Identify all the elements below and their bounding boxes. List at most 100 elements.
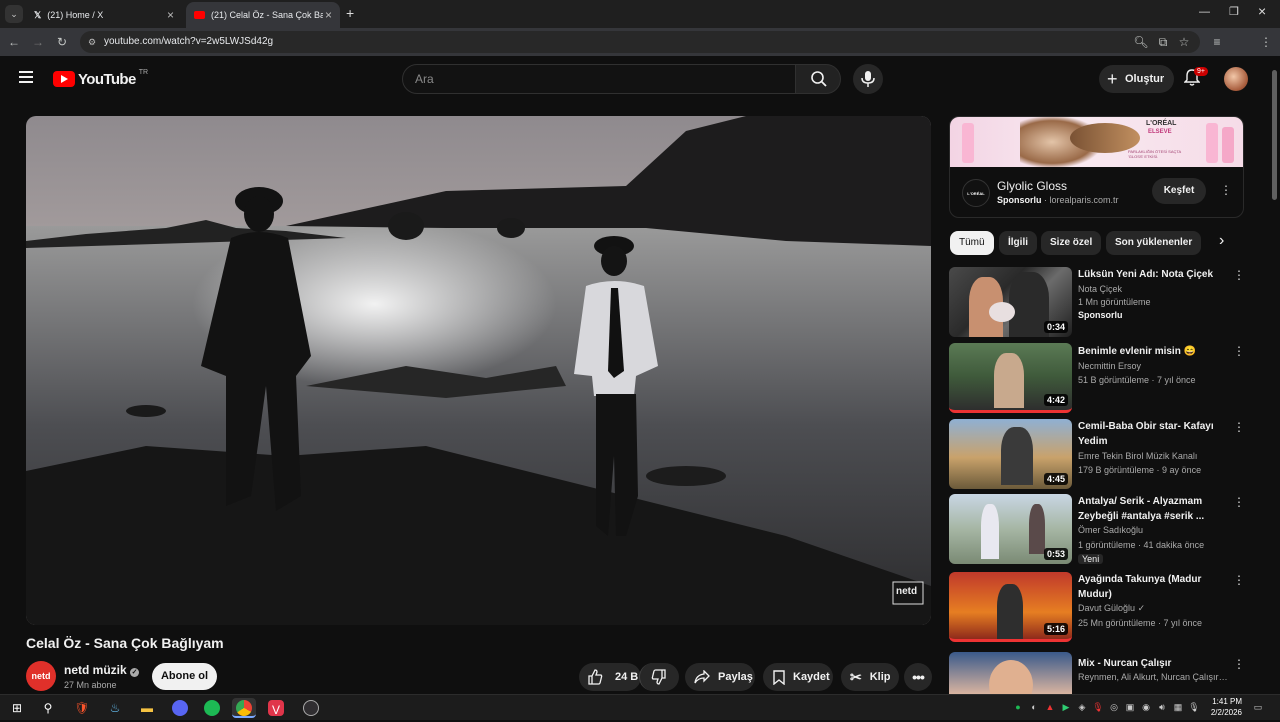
video-player[interactable]: netd [26,116,931,625]
windows-start-icon[interactable]: ⊞ [7,698,27,718]
more-vertical-icon[interactable]: ⋮ [1233,574,1245,586]
brave-icon[interactable]: 🛡︎ [72,698,92,718]
recommendation-item[interactable]: 5:16 Ayağında Takunya (Madur Mudur) Davu… [949,572,1249,644]
site-info-icon[interactable]: ⚙ [88,31,96,53]
video-thumbnail[interactable]: 5:16 [949,572,1072,642]
recommendation-item[interactable]: 0:34 Lüksün Yeni Adı: Nota Çiçek Nota Çi… [949,267,1249,339]
recommendation-item[interactable]: Mix - Nurcan Çalışır Reynmen, Ali Alkurt… [949,652,1249,694]
scrollbar-thumb[interactable] [1272,70,1277,200]
recommendation-item[interactable]: 0:53 Antalya/ Serik - Alyazmam Zeybeğli … [949,494,1249,566]
close-tab-icon[interactable]: × [167,8,174,22]
voice-search-button[interactable] [853,64,883,94]
chevron-right-icon[interactable]: › [1219,232,1224,250]
dislike-button[interactable] [639,663,679,691]
save-button[interactable]: Kaydet [763,663,833,691]
restore-icon[interactable]: ❐ [1229,5,1239,18]
steam-icon[interactable]: ♨ [105,698,125,718]
media-control-icon[interactable]: ≡ [1209,28,1225,56]
youtube-logo-text: YouTube [78,70,136,88]
youtube-logo[interactable]: YouTube TR [53,69,148,88]
browser-menu-icon[interactable]: ⋮ [1258,28,1274,56]
tab-x-home[interactable]: 𝕏 (21) Home / X × [26,2,182,28]
ad-more-icon[interactable]: ⋮ [1220,183,1232,197]
more-vertical-icon[interactable]: ⋮ [1233,496,1245,508]
minimize-icon[interactable]: — [1199,6,1210,18]
tray-icon[interactable]: ▦ [1172,701,1184,713]
taskbar-clock[interactable]: 1:41 PM 2/2/2026 [1206,696,1242,718]
share-button[interactable]: Paylaş [685,663,755,691]
ad-cta-button[interactable]: Keşfet [1152,178,1206,204]
close-window-icon[interactable]: × [1258,3,1266,19]
cast-icon[interactable]: ⧉ [1155,28,1171,56]
video-thumbnail[interactable]: 0:34 [949,267,1072,337]
more-vertical-icon[interactable]: ⋮ [1233,269,1245,281]
microphone-tray-icon[interactable]: 🎙︎ [1188,701,1200,713]
volume-icon[interactable]: 🔊︎ [1156,701,1168,713]
chip-for-you[interactable]: Size özel [1041,231,1102,255]
create-button[interactable]: + Oluştur [1099,65,1174,93]
notification-center-icon[interactable]: ▭ [1252,701,1264,713]
address-bar[interactable]: ⚙ youtube.com/watch?v=2w5LWJSd42g [80,31,1200,53]
tray-icon[interactable]: ▣ [1124,701,1136,713]
tray-icon[interactable]: ◎ [1108,701,1120,713]
zoom-icon[interactable]: 🔍︎ [1133,28,1149,56]
spotify-icon[interactable] [202,698,222,718]
subscribe-button[interactable]: Abone ol [152,663,217,690]
video-title: Antalya/ Serik - Alyazmam Zeybeğli #anta… [1078,496,1205,522]
discord-icon[interactable] [170,698,190,718]
chip-all[interactable]: Tümü [950,231,994,255]
search-button[interactable] [795,64,841,94]
spotify-tray-icon[interactable]: ● [1012,701,1024,713]
share-icon [694,670,710,684]
channel-name[interactable]: netd müzik ✓ [64,663,140,677]
tray-icon[interactable]: ◉ [1140,701,1152,713]
thumb-singer [1001,427,1033,485]
more-vertical-icon[interactable]: ⋮ [1233,345,1245,357]
tray-icon[interactable]: ◈ [1076,701,1088,713]
recommendation-item[interactable]: 4:42 Benimle evlenir misin 😄 Necmittin E… [949,343,1249,415]
bookmark-star-icon[interactable]: ☆ [1176,28,1192,56]
valorant-icon[interactable]: V [268,700,284,717]
new-tab-button[interactable]: + [346,5,354,21]
close-tab-icon[interactable]: × [325,8,332,22]
notifications-button[interactable]: 9+ [1183,67,1208,89]
video-thumbnail[interactable]: 4:45 [949,419,1072,489]
video-thumbnail[interactable]: 0:53 [949,494,1072,564]
file-explorer-icon[interactable]: ▬ [137,698,157,718]
search-input[interactable]: Ara [402,64,796,94]
like-button[interactable]: 24 B [579,663,641,691]
tray-icon[interactable]: ◐ [1028,701,1040,713]
ad-banner[interactable]: L'ORÉAL ELSEVE PARLAKLIĞIN ÖTESİ SAÇTA '… [950,117,1243,167]
sponsored-ad-card[interactable]: L'ORÉAL ELSEVE PARLAKLIĞIN ÖTESİ SAÇTA '… [949,116,1244,218]
thumb-performer [997,584,1023,639]
chip-recently-uploaded[interactable]: Son yüklenenler [1106,231,1202,255]
video-title: Cemil-Baba Obir star- Kafayı Yedim [1078,421,1214,447]
recommendation-item[interactable]: 4:45 Cemil-Baba Obir star- Kafayı Yedim … [949,419,1249,491]
tab-youtube[interactable]: (21) Celal Öz - Sana Çok Bağlıy × [186,2,340,28]
video-thumbnail[interactable]: 4:42 [949,343,1072,413]
clip-button[interactable]: ✂ Klip [841,663,899,691]
video-duration: 0:53 [1043,548,1068,560]
chip-related[interactable]: İlgili [999,231,1037,255]
hamburger-menu-icon[interactable] [19,71,33,83]
mic-muted-tray-icon[interactable]: 🎙︎ [1092,701,1104,713]
reload-icon[interactable]: ↻ [54,28,70,56]
account-avatar[interactable] [1224,67,1248,91]
search-icon[interactable]: ⚲ [38,698,58,718]
tray-icon[interactable]: ▶ [1060,701,1072,713]
more-vertical-icon[interactable]: ⋮ [1233,658,1245,670]
back-icon[interactable]: ← [6,28,22,56]
more-vertical-icon[interactable]: ⋮ [1233,421,1245,433]
obs-icon[interactable] [301,698,321,718]
plus-icon: + [1107,69,1118,89]
warning-tray-icon[interactable]: ▲ [1044,701,1056,713]
more-actions-button[interactable]: ••• [904,663,932,691]
channel-avatar[interactable]: netd [26,661,56,691]
video-thumbnail[interactable] [949,652,1072,694]
view-count: 25 Mn görüntüleme · 7 yıl önce [1078,618,1203,628]
page-scrollbar[interactable] [1270,60,1278,694]
forward-icon[interactable]: → [30,28,46,56]
tab-search-button[interactable]: ⌄ [5,5,23,23]
ad-product-text: ELSEVE [1148,129,1172,135]
chrome-icon[interactable] [232,698,256,718]
